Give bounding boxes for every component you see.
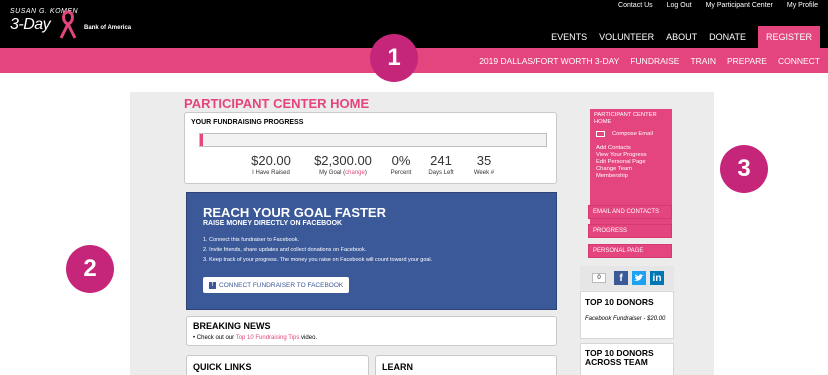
breaking-news-card: BREAKING NEWS • Check out our Top 10 Fun…	[186, 316, 557, 346]
page-title: PARTICIPANT CENTER HOME	[184, 96, 370, 111]
edit-personal-page-link[interactable]: Edit Personal Page	[596, 159, 646, 165]
facebook-share-icon[interactable]: f	[614, 271, 628, 285]
stat-week: 35 Week #	[467, 153, 501, 176]
email-icon	[596, 131, 605, 137]
stat-percent: 0% Percent	[383, 153, 419, 176]
subnav-fundraise[interactable]: FUNDRAISE	[630, 56, 679, 66]
facebook-subheading: RAISE MONEY DIRECTLY ON FACEBOOK	[203, 220, 343, 227]
compose-email-link[interactable]: Compose Email	[596, 131, 670, 137]
learn-heading: LEARN	[382, 362, 413, 372]
progress-fill	[200, 134, 204, 146]
sidebar-personal-page[interactable]: PERSONAL PAGE	[588, 244, 672, 258]
learn-card: LEARN	[375, 355, 557, 375]
nav-about[interactable]: ABOUT	[660, 32, 703, 42]
sidebar-progress[interactable]: PROGRESS	[588, 224, 672, 238]
share-count: 0	[592, 273, 606, 283]
fundraising-tips-link[interactable]: Top 10 Fundraising Tips	[236, 335, 300, 341]
facebook-step: 1. Connect this fundraiser to Facebook.	[203, 237, 299, 243]
sidebar-section-label: PROGRESS	[593, 228, 628, 234]
stat-label-text: My Goal (	[319, 170, 346, 176]
subnav-prepare[interactable]: PREPARE	[727, 56, 767, 66]
stat-value: 0%	[391, 153, 411, 168]
linkedin-share-icon[interactable]: in	[650, 271, 664, 285]
breaking-news-text: • Check out our Top 10 Fundraising Tips …	[193, 335, 317, 341]
stat-label: My Goal (change)	[303, 170, 383, 176]
connect-facebook-button[interactable]: f CONNECT FUNDRAISER TO FACEBOOK	[203, 277, 350, 293]
stat-label: I Have Raised	[252, 170, 290, 176]
top-donors-heading: TOP 10 DONORS	[585, 297, 654, 307]
facebook-step: 3. Keep track of your progress. The mone…	[203, 257, 433, 263]
subnav-connect[interactable]: CONNECT	[778, 56, 820, 66]
main-nav: EVENTS VOLUNTEER ABOUT DONATE REGISTER	[545, 26, 820, 48]
nav-events[interactable]: EVENTS	[545, 32, 593, 42]
subnav-event[interactable]: 2019 DALLAS/FORT WORTH 3-DAY	[479, 56, 619, 66]
callout-badge-2: 2	[66, 245, 114, 293]
utility-nav: Contact Us Log Out My Participant Center…	[618, 2, 818, 9]
stat-value: $2,300.00	[314, 153, 372, 168]
stat-value: 241	[430, 153, 452, 168]
top-team-donors-card: TOP 10 DONORS ACROSS TEAM	[580, 343, 674, 375]
stat-label: Percent	[390, 170, 412, 176]
stat-days-left: 241 Days Left	[423, 153, 459, 176]
logo[interactable]: SUSAN G. KOMEN 3-Day	[10, 8, 78, 39]
sidebar-email-contacts[interactable]: EMAIL AND CONTACTS	[588, 205, 672, 219]
news-text-after: video.	[299, 335, 318, 341]
contact-us-link[interactable]: Contact Us	[618, 2, 653, 9]
stat-goal: $2,300.00 My Goal (change)	[303, 153, 383, 176]
stat-label: Week #	[473, 170, 495, 176]
view-progress-link[interactable]: View Your Progress	[596, 152, 647, 158]
fundraising-progress-card: YOUR FUNDRAISING PROGRESS $20.00 I Have …	[184, 112, 557, 184]
stat-label-end: )	[364, 170, 367, 176]
page: SUSAN G. KOMEN 3-Day Bank of America Con…	[0, 0, 828, 375]
register-button[interactable]: REGISTER	[757, 26, 820, 48]
social-share-bar: 0 f in	[580, 266, 674, 290]
sidebar-title[interactable]: PARTICIPANT CENTER HOME	[594, 112, 670, 126]
change-goal-link[interactable]: change	[345, 170, 365, 176]
sidebar-section-label: EMAIL AND CONTACTS	[593, 209, 660, 215]
facebook-heading: REACH YOUR GOAL FASTER	[203, 205, 386, 220]
twitter-bird-icon	[634, 274, 644, 281]
nav-volunteer[interactable]: VOLUNTEER	[593, 32, 660, 42]
callout-badge-3: 3	[720, 145, 768, 193]
quick-links-card: QUICK LINKS	[186, 355, 369, 375]
my-profile-link[interactable]: My Profile	[787, 2, 818, 9]
nav-donate[interactable]: DONATE	[703, 32, 752, 42]
pink-ribbon-icon	[59, 10, 77, 39]
sidebar-section-label: PERSONAL PAGE	[593, 248, 644, 254]
compose-email-label: Compose Email	[612, 131, 653, 137]
stat-raised: $20.00 I Have Raised	[243, 153, 299, 176]
top-donor-entry: Facebook Fundraiser - $20.00	[585, 316, 666, 322]
connect-facebook-label: CONNECT FUNDRAISER TO FACEBOOK	[219, 281, 344, 289]
twitter-share-icon[interactable]	[632, 271, 646, 285]
add-contacts-link[interactable]: Add Contacts	[596, 145, 631, 151]
top-donors-card: TOP 10 DONORS Facebook Fundraiser - $20.…	[580, 291, 674, 339]
stat-value: $20.00	[251, 153, 291, 168]
change-team-link[interactable]: Change Team Membership	[596, 166, 664, 180]
breaking-news-heading: BREAKING NEWS	[193, 321, 271, 331]
facebook-promo-card: REACH YOUR GOAL FASTER RAISE MONEY DIREC…	[186, 192, 557, 310]
stat-value: 35	[476, 153, 492, 168]
top-bar: SUSAN G. KOMEN 3-Day Bank of America Con…	[0, 0, 828, 48]
quick-links-heading: QUICK LINKS	[193, 362, 252, 372]
log-out-link[interactable]: Log Out	[667, 2, 692, 9]
participant-center-link[interactable]: My Participant Center	[706, 2, 773, 9]
progress-bar	[199, 133, 547, 147]
stat-label: Days Left	[428, 170, 454, 176]
subnav-train[interactable]: TRAIN	[690, 56, 716, 66]
top-team-donors-heading: TOP 10 DONORS ACROSS TEAM	[585, 348, 654, 367]
callout-badge-1: 1	[370, 34, 418, 82]
news-text-before: • Check out our	[193, 335, 236, 341]
facebook-step: 2. Invite friends, share updates and col…	[203, 247, 367, 253]
facebook-icon: f	[209, 281, 216, 289]
progress-heading: YOUR FUNDRAISING PROGRESS	[191, 119, 304, 126]
sponsor-logo: Bank of America	[84, 25, 132, 31]
